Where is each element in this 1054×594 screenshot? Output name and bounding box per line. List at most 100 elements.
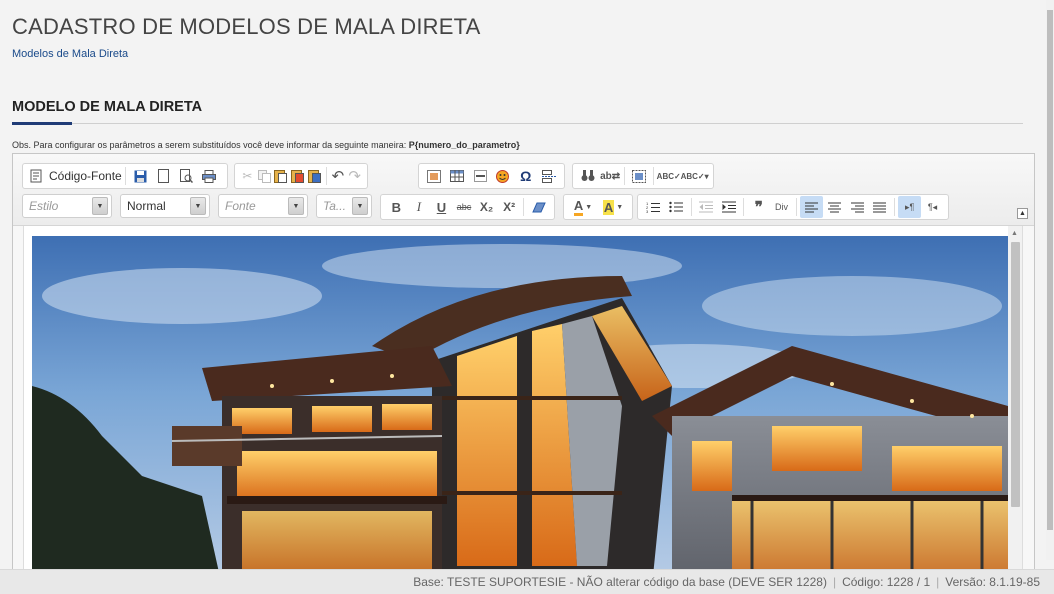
indent-icon[interactable]	[717, 196, 740, 218]
footer-code: Código: 1228 / 1	[842, 575, 931, 589]
scroll-up-icon[interactable]: ▲	[1011, 230, 1018, 237]
subscript-icon[interactable]: X₂	[475, 196, 498, 218]
source-icon[interactable]	[27, 165, 45, 187]
table-icon[interactable]	[446, 165, 469, 187]
footer-separator: |	[936, 575, 940, 589]
find-icon[interactable]	[577, 165, 599, 187]
special-char-icon[interactable]: Ω	[514, 165, 537, 187]
style-combo[interactable]: Estilo ▼	[22, 194, 112, 218]
paste-word-icon[interactable]	[306, 165, 323, 187]
chevron-down-icon: ▼	[585, 203, 593, 211]
spellcheck-as-you-type-icon[interactable]: ABC✓▾	[680, 165, 709, 187]
numbered-list-icon[interactable]: 123	[642, 196, 665, 218]
toolbar-separator	[653, 167, 655, 185]
toolbar-separator	[624, 167, 626, 185]
svg-text:3: 3	[646, 209, 649, 213]
section-divider-accent	[12, 122, 72, 125]
toolbar-group-tools: ab⇄ ABC✓ ABC✓▾	[572, 163, 714, 189]
footer-base: Base: TESTE SUPORTESIE - NÃO alterar cód…	[413, 575, 827, 589]
strikethrough-icon[interactable]: abc	[453, 196, 476, 218]
format-combo-value: Normal	[127, 199, 166, 213]
align-right-icon[interactable]	[846, 196, 869, 218]
save-icon[interactable]	[129, 165, 152, 187]
format-combo[interactable]: Normal ▼	[120, 194, 210, 218]
blockquote-icon[interactable]: ❞	[747, 196, 770, 218]
preview-icon[interactable]	[175, 165, 198, 187]
outdent-icon[interactable]	[695, 196, 718, 218]
toolbar-separator	[743, 198, 745, 216]
remove-format-icon[interactable]	[527, 196, 550, 218]
toolbar-separator	[795, 198, 797, 216]
breadcrumb-link[interactable]: Modelos de Mala Direta	[12, 48, 128, 60]
toolbar-separator	[325, 167, 327, 185]
toolbar-group-document: Código-Fonte	[22, 163, 228, 189]
redo-icon[interactable]: ↷	[346, 165, 363, 187]
section-title: MODELO DE MALA DIRETA	[12, 99, 203, 115]
new-page-icon[interactable]	[152, 165, 175, 187]
page-break-icon[interactable]	[537, 165, 560, 187]
editor-scrollbar-thumb[interactable]	[1011, 242, 1020, 507]
style-combo-value: Estilo	[29, 199, 59, 213]
toolbar-group-insert: Ω	[418, 163, 565, 189]
toolbar-group-paragraph: 123 ❞ Div ▸¶ ¶◂	[637, 194, 949, 220]
text-color-letter: A	[573, 198, 584, 216]
create-div-icon[interactable]: Div	[770, 196, 793, 218]
toolbar-separator	[124, 167, 126, 185]
cut-icon[interactable]: ✂	[239, 165, 256, 187]
section-divider	[12, 123, 1023, 124]
chevron-down-icon[interactable]: ▼	[190, 197, 206, 215]
print-icon[interactable]	[198, 165, 221, 187]
chevron-down-icon: ▼	[616, 203, 624, 211]
justify-icon[interactable]	[868, 196, 891, 218]
text-direction-ltr-icon[interactable]: ▸¶	[898, 196, 922, 218]
editor-scrollbar[interactable]: ▲	[1008, 226, 1022, 584]
background-color-icon[interactable]: A ▼	[598, 196, 628, 218]
status-footer: Base: TESTE SUPORTESIE - NÃO alterar cód…	[0, 569, 1054, 594]
replace-icon[interactable]: ab⇄	[599, 165, 621, 187]
align-center-icon[interactable]	[823, 196, 846, 218]
toolbar-group-clipboard: ✂ ↶ ↷	[234, 163, 368, 189]
text-color-icon[interactable]: A ▼	[568, 196, 598, 218]
chevron-down-icon[interactable]: ▼	[92, 197, 108, 215]
smiley-icon[interactable]	[491, 165, 514, 187]
align-left-icon[interactable]	[799, 196, 823, 218]
bg-color-letter: A	[602, 199, 615, 215]
footer-separator: |	[832, 575, 837, 589]
undo-icon[interactable]: ↶	[329, 165, 346, 187]
footer-version: Versão: 8.1.19-85	[945, 575, 1040, 589]
page-scrollbar-thumb[interactable]	[1047, 10, 1053, 530]
chevron-down-icon[interactable]: ▼	[288, 197, 304, 215]
text-direction-rtl-icon[interactable]: ¶◂	[921, 196, 944, 218]
superscript-icon[interactable]: X²	[498, 196, 521, 218]
bold-icon[interactable]: B	[385, 196, 408, 218]
toolbar-collapse-icon[interactable]: ▲	[1017, 208, 1028, 219]
font-combo[interactable]: Fonte ▼	[218, 194, 308, 218]
chevron-down-icon[interactable]: ▼	[352, 197, 368, 215]
observation-parameter: P{numero_do_parametro}	[408, 140, 520, 150]
size-combo-value: Ta...	[323, 199, 346, 213]
page-title: CADASTRO DE MODELOS DE MALA DIRETA	[12, 14, 481, 39]
size-combo[interactable]: Ta... ▼	[316, 194, 372, 218]
bulleted-list-icon[interactable]	[665, 196, 688, 218]
horizontal-line-icon[interactable]	[469, 165, 492, 187]
select-all-icon[interactable]	[628, 165, 650, 187]
toolbar-separator	[894, 198, 896, 216]
source-button[interactable]: Código-Fonte	[49, 169, 122, 183]
copy-icon[interactable]	[256, 165, 273, 187]
toolbar-group-basic-styles: B I U abc X₂ X²	[380, 194, 555, 220]
image-icon[interactable]	[423, 165, 446, 187]
observation-note: Obs. Para configurar os parâmetros a ser…	[12, 140, 520, 150]
italic-icon[interactable]: I	[408, 196, 431, 218]
toolbar-separator	[523, 198, 525, 216]
paste-text-icon[interactable]	[289, 165, 306, 187]
font-combo-value: Fonte	[225, 199, 256, 213]
underline-icon[interactable]: U	[430, 196, 453, 218]
toolbar-group-colors: A ▼ A ▼	[563, 194, 633, 220]
paste-icon[interactable]	[273, 165, 290, 187]
spellcheck-icon[interactable]: ABC✓	[657, 165, 681, 187]
observation-text: Obs. Para configurar os parâmetros a ser…	[12, 140, 409, 150]
editor-content-area[interactable]: ▲	[23, 226, 1023, 584]
page-scrollbar[interactable]	[1046, 0, 1054, 560]
rich-text-editor: Código-Fonte ✂ ↶ ↷ Ω ab⇄ ABC✓ ABC✓▾ Esti…	[12, 153, 1035, 584]
editor-toolbar: Código-Fonte ✂ ↶ ↷ Ω ab⇄ ABC✓ ABC✓▾ Esti…	[13, 154, 1034, 226]
